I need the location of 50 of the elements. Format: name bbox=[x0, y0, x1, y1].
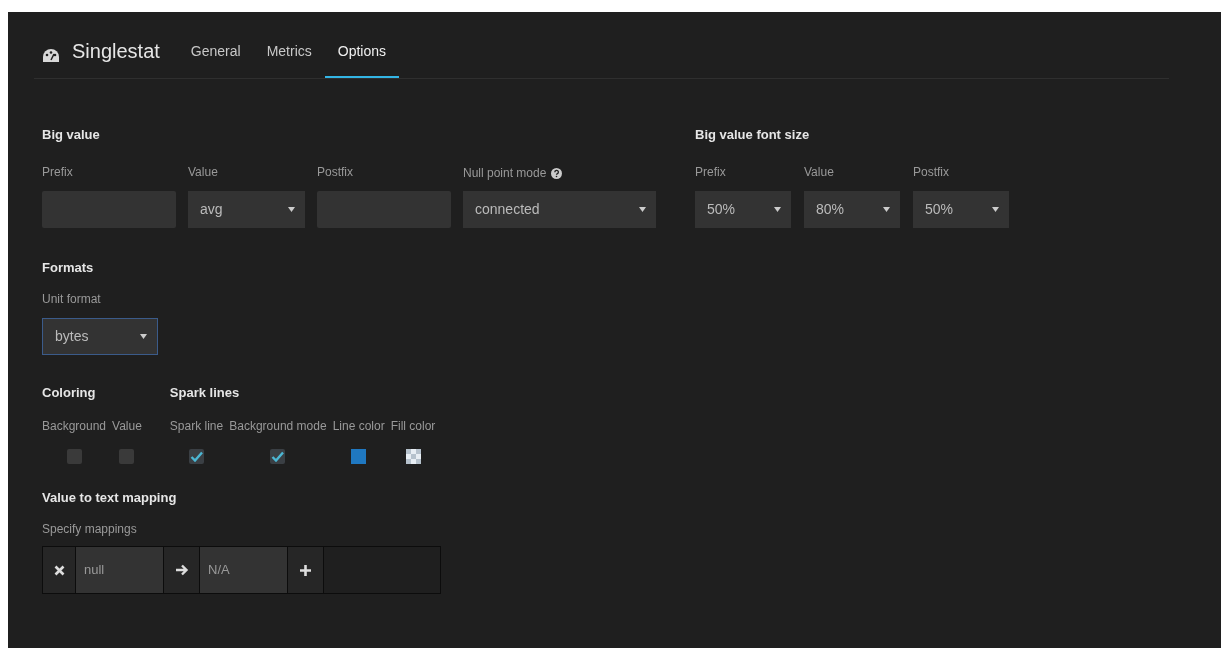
select-field[interactable]: 50% bbox=[913, 191, 1009, 228]
field-label: Value bbox=[804, 164, 835, 181]
field-label: Postfix bbox=[317, 164, 354, 181]
field-label: Line color bbox=[332, 418, 385, 435]
section-heading: Big value bbox=[42, 126, 101, 144]
field-label: Prefix bbox=[42, 164, 74, 181]
dashboard-icon bbox=[42, 48, 60, 64]
checkbox[interactable] bbox=[66, 449, 82, 464]
section-heading: Formats bbox=[42, 259, 95, 277]
section-heading: Spark lines bbox=[169, 384, 241, 402]
tab[interactable]: Metrics bbox=[253, 41, 325, 78]
section-heading: Big value font size bbox=[695, 126, 811, 144]
caret-icon bbox=[992, 207, 999, 212]
field-label: Spark line bbox=[169, 418, 224, 435]
field-label: Fill color bbox=[390, 418, 436, 435]
section-heading: Value to text mapping bbox=[42, 489, 178, 507]
field-label: Background bbox=[42, 418, 107, 435]
select-field[interactable]: 50% bbox=[695, 191, 791, 228]
field-label: Background mode bbox=[229, 418, 327, 435]
select-field[interactable]: avg bbox=[188, 191, 305, 228]
close-icon[interactable] bbox=[53, 564, 65, 576]
field-label: Prefix bbox=[695, 164, 727, 181]
help-icon[interactable] bbox=[551, 167, 563, 179]
field-label: Null point mode bbox=[463, 165, 547, 182]
select-field[interactable]: 80% bbox=[804, 191, 900, 228]
color-swatch[interactable] bbox=[351, 449, 367, 464]
field-label: Postfix bbox=[913, 164, 950, 181]
caret-icon bbox=[639, 207, 646, 212]
input-field[interactable]: N/A bbox=[200, 547, 288, 593]
input-field[interactable]: null bbox=[76, 547, 164, 593]
field-label: Value bbox=[188, 164, 219, 181]
select-field[interactable]: bytes bbox=[42, 318, 158, 355]
checkbox[interactable] bbox=[189, 449, 205, 464]
select-field[interactable]: connected bbox=[463, 191, 656, 228]
field-label: Value bbox=[112, 418, 142, 435]
panel-title: Singlestat bbox=[72, 39, 160, 64]
color-swatch[interactable] bbox=[405, 449, 421, 464]
caret-icon bbox=[883, 207, 890, 212]
field-label: Specify mappings bbox=[42, 521, 138, 538]
field-label: Unit format bbox=[42, 291, 102, 308]
tab[interactable]: Options bbox=[324, 41, 400, 78]
checkbox[interactable] bbox=[270, 449, 286, 464]
tab[interactable]: General bbox=[177, 41, 254, 78]
checkbox[interactable] bbox=[119, 449, 135, 464]
plus-icon[interactable] bbox=[300, 564, 311, 576]
arrow-right-icon bbox=[174, 564, 189, 576]
caret-icon bbox=[774, 207, 781, 212]
section-heading: Coloring bbox=[42, 384, 97, 402]
caret-icon bbox=[288, 207, 295, 212]
caret-icon bbox=[140, 334, 147, 339]
